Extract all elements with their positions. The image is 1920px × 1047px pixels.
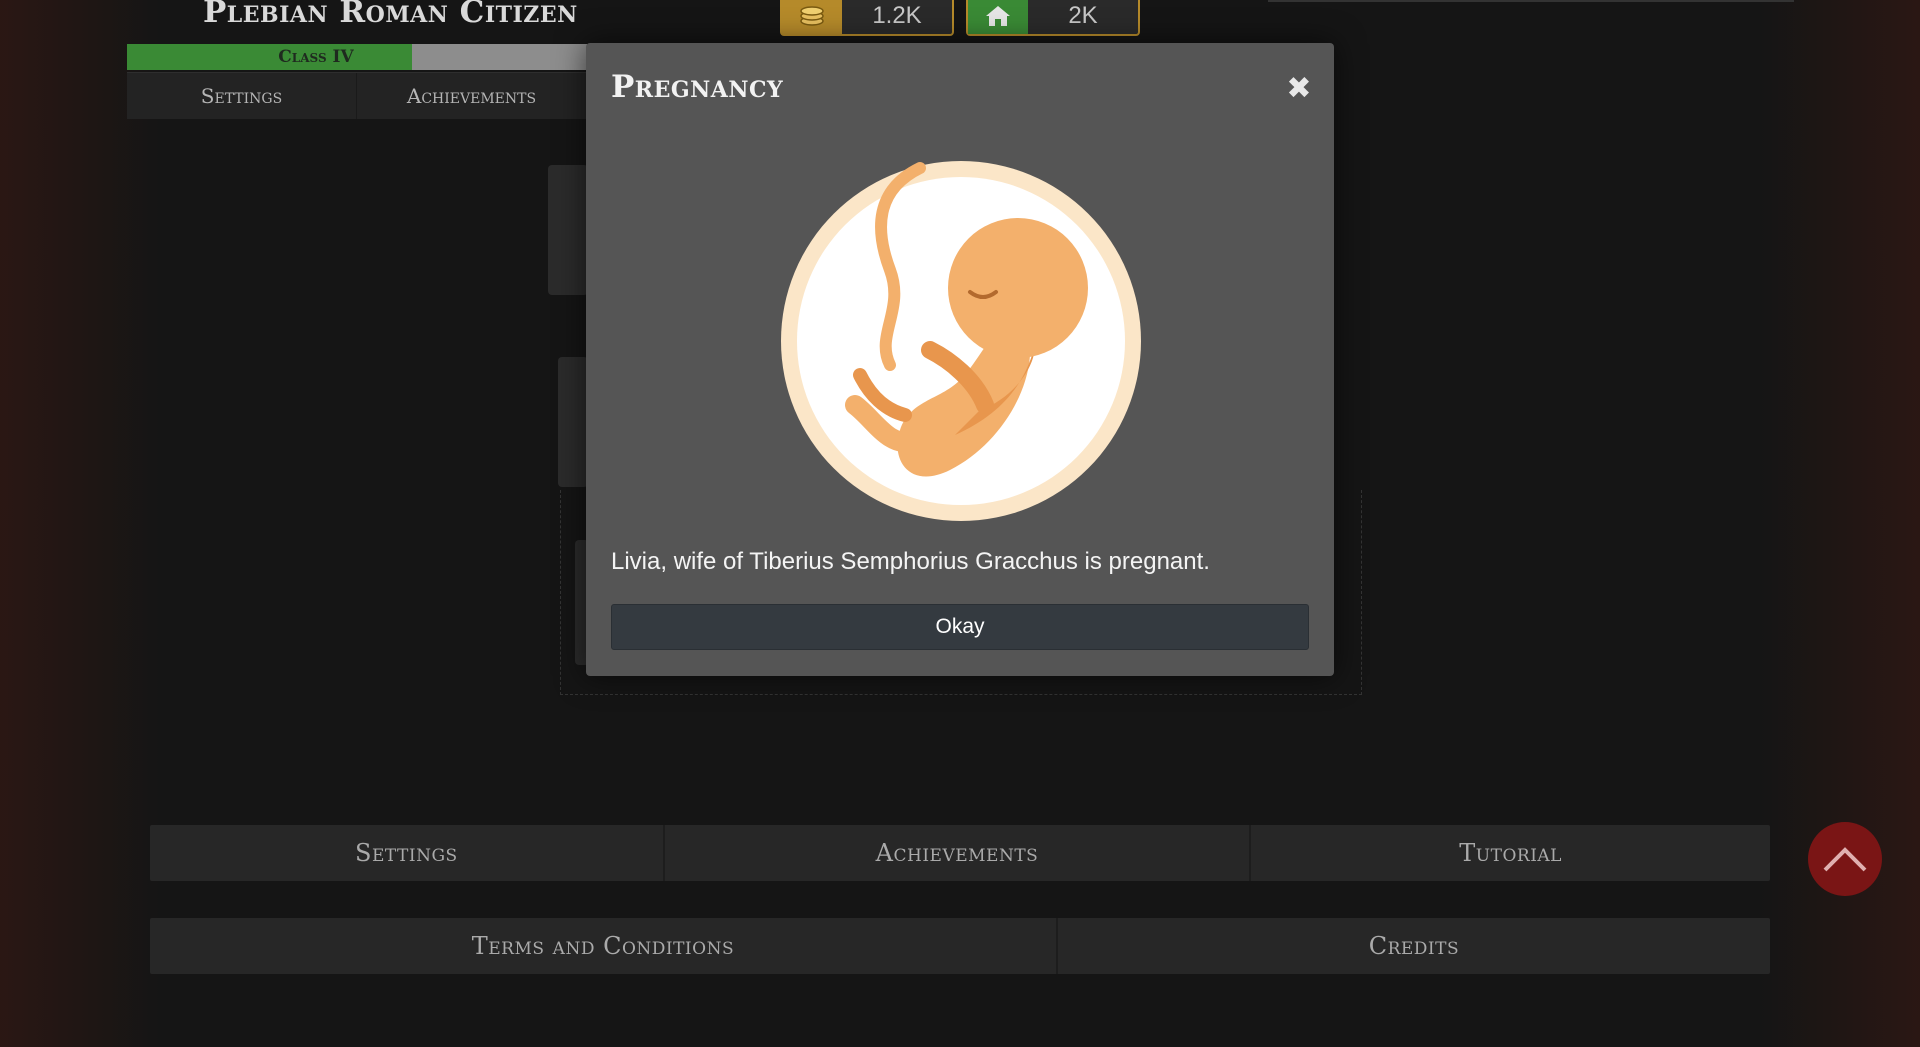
footer-settings-button[interactable]: Settings bbox=[150, 825, 665, 881]
class-progress-label: Class IV bbox=[278, 47, 354, 67]
coins-icon bbox=[782, 0, 842, 34]
footer-achievements-button[interactable]: Achievements bbox=[665, 825, 1252, 881]
footer-nav-row-1: Settings Achievements Tutorial bbox=[150, 825, 1770, 881]
background-card bbox=[558, 357, 588, 487]
modal-message: Livia, wife of Tiberius Semphorius Gracc… bbox=[611, 548, 1210, 575]
housing-value: 2K bbox=[1068, 2, 1098, 29]
background-left-glow bbox=[0, 0, 160, 1047]
home-icon bbox=[968, 0, 1028, 34]
coins-value: 1.2K bbox=[872, 2, 922, 29]
class-progress-bar: Class IV bbox=[127, 44, 587, 70]
top-divider bbox=[1268, 0, 1794, 2]
footer-credits-button[interactable]: Credits bbox=[1058, 918, 1770, 974]
housing-resource[interactable]: 2K bbox=[966, 0, 1140, 36]
top-nav: Settings Achievements bbox=[127, 72, 587, 119]
footer-nav-row-2: Terms and Conditions Credits bbox=[150, 918, 1770, 974]
chevron-up-icon bbox=[1823, 847, 1867, 872]
background-card bbox=[548, 165, 588, 295]
scroll-to-top-button[interactable] bbox=[1808, 822, 1882, 896]
coins-resource[interactable]: 1.2K bbox=[780, 0, 954, 36]
fetus-illustration bbox=[781, 161, 1141, 521]
top-nav-achievements[interactable]: Achievements bbox=[357, 73, 587, 119]
footer-terms-button[interactable]: Terms and Conditions bbox=[150, 918, 1058, 974]
character-title: Plebian Roman Citizen bbox=[203, 0, 578, 30]
modal-title: Pregnancy bbox=[611, 69, 784, 105]
okay-button[interactable]: Okay bbox=[611, 604, 1309, 650]
footer-tutorial-button[interactable]: Tutorial bbox=[1251, 825, 1770, 881]
event-modal: Pregnancy ✖ Livia, wife of Tiberius Semp… bbox=[586, 43, 1334, 676]
top-nav-settings[interactable]: Settings bbox=[127, 73, 357, 119]
close-icon[interactable]: ✖ bbox=[1284, 71, 1314, 106]
